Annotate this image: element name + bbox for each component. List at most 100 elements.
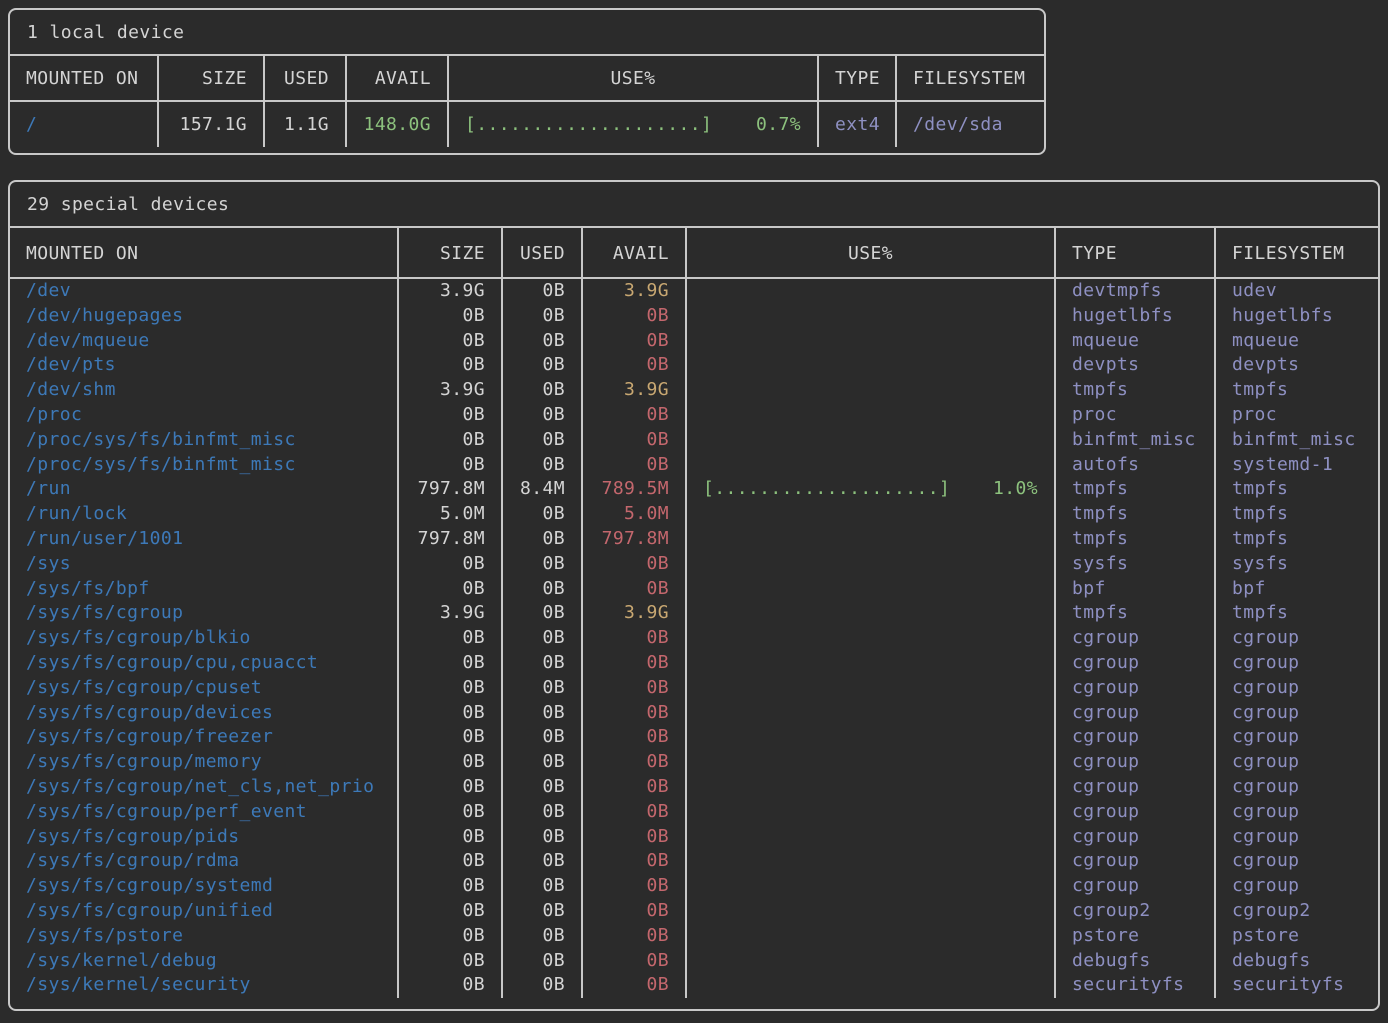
cell-filesystem: tmpfs <box>1214 527 1378 552</box>
cell-avail: 0B <box>581 949 685 974</box>
table-row: /run797.8M8.4M789.5M[...................… <box>10 477 1378 502</box>
cell-filesystem: cgroup <box>1214 775 1378 800</box>
local-devices-table: 1 local device MOUNTED ON SIZE USED AVAI… <box>8 8 1046 155</box>
cell-used: 0B <box>501 329 581 354</box>
table-row: /sys/fs/cgroup/unified0B0B0Bcgroup2cgrou… <box>10 899 1378 924</box>
cell-mounted-on: /sys/fs/pstore <box>10 924 397 949</box>
cell-mounted-on: /sys/fs/cgroup/cpu,cpuacct <box>10 651 397 676</box>
cell-avail: 0B <box>581 750 685 775</box>
cell-use-percent <box>685 800 1054 825</box>
cell-used: 0B <box>501 973 581 998</box>
cell-filesystem: sysfs <box>1214 552 1378 577</box>
cell-filesystem: pstore <box>1214 924 1378 949</box>
table-row: /run/lock5.0M0B5.0Mtmpfstmpfs <box>10 502 1378 527</box>
cell-used: 0B <box>501 701 581 726</box>
table-row: /dev/shm3.9G0B3.9Gtmpfstmpfs <box>10 378 1378 403</box>
cell-use-percent <box>685 626 1054 651</box>
cell-filesystem: securityfs <box>1214 973 1378 998</box>
cell-used: 0B <box>501 453 581 478</box>
cell-size: 3.9G <box>397 378 501 403</box>
table-row: /sys/fs/cgroup/cpuset0B0B0Bcgroupcgroup <box>10 676 1378 701</box>
cell-size: 0B <box>397 775 501 800</box>
cell-filesystem: proc <box>1214 403 1378 428</box>
cell-type: cgroup <box>1054 626 1214 651</box>
table-row: /sys/fs/cgroup/devices0B0B0Bcgroupcgroup <box>10 701 1378 726</box>
special-devices-header-row: MOUNTED ON SIZE USED AVAIL USE% TYPE FIL… <box>10 228 1378 279</box>
cell-avail: 0B <box>581 428 685 453</box>
cell-use-percent <box>685 552 1054 577</box>
column-header-avail: AVAIL <box>581 228 685 277</box>
cell-type: devpts <box>1054 353 1214 378</box>
cell-avail: 0B <box>581 825 685 850</box>
cell-size: 0B <box>397 651 501 676</box>
cell-avail: 0B <box>581 874 685 899</box>
cell-filesystem: binfmt_misc <box>1214 428 1378 453</box>
cell-avail: 0B <box>581 775 685 800</box>
cell-type: binfmt_misc <box>1054 428 1214 453</box>
cell-use-percent <box>685 825 1054 850</box>
cell-mounted-on: /sys/fs/cgroup/pids <box>10 825 397 850</box>
cell-type: cgroup2 <box>1054 899 1214 924</box>
cell-use-percent <box>685 676 1054 701</box>
cell-mounted-on: /dev/mqueue <box>10 329 397 354</box>
cell-use-percent <box>685 701 1054 726</box>
cell-use-percent <box>685 973 1054 998</box>
cell-type: hugetlbfs <box>1054 304 1214 329</box>
cell-type: cgroup <box>1054 651 1214 676</box>
table-row: /run/user/1001797.8M0B797.8Mtmpfstmpfs <box>10 527 1378 552</box>
cell-type: cgroup <box>1054 874 1214 899</box>
cell-type: debugfs <box>1054 949 1214 974</box>
cell-use-percent <box>685 775 1054 800</box>
cell-size: 0B <box>397 353 501 378</box>
cell-mounted-on: /dev/shm <box>10 378 397 403</box>
cell-avail: 0B <box>581 403 685 428</box>
cell-size: 0B <box>397 701 501 726</box>
cell-used: 8.4M <box>501 477 581 502</box>
cell-mounted-on: / <box>10 102 157 147</box>
cell-type: cgroup <box>1054 725 1214 750</box>
special-devices-table-title: 29 special devices <box>10 182 1378 228</box>
cell-type: cgroup <box>1054 750 1214 775</box>
table-row: /sys/fs/cgroup/systemd0B0B0Bcgroupcgroup <box>10 874 1378 899</box>
cell-use-percent <box>685 601 1054 626</box>
cell-avail: 3.9G <box>581 601 685 626</box>
cell-mounted-on: /sys/fs/cgroup/perf_event <box>10 800 397 825</box>
cell-type: tmpfs <box>1054 378 1214 403</box>
cell-avail: 0B <box>581 676 685 701</box>
cell-filesystem: tmpfs <box>1214 378 1378 403</box>
cell-use-percent <box>685 527 1054 552</box>
cell-type: pstore <box>1054 924 1214 949</box>
cell-mounted-on: /sys/fs/cgroup/blkio <box>10 626 397 651</box>
cell-used: 0B <box>501 874 581 899</box>
column-header-type: TYPE <box>817 56 895 100</box>
cell-type: mqueue <box>1054 329 1214 354</box>
column-header-mounted-on: MOUNTED ON <box>10 228 397 277</box>
usage-percent: 1.0% <box>993 477 1038 502</box>
cell-avail: 0B <box>581 577 685 602</box>
cell-avail: 0B <box>581 304 685 329</box>
table-row: /dev3.9G0B3.9Gdevtmpfsudev <box>10 279 1378 304</box>
table-row: /sys/kernel/security0B0B0Bsecurityfssecu… <box>10 973 1378 998</box>
cell-use-percent <box>685 750 1054 775</box>
cell-filesystem: devpts <box>1214 353 1378 378</box>
cell-filesystem: tmpfs <box>1214 502 1378 527</box>
local-devices-rows: /157.1G1.1G148.0G[....................]0… <box>10 102 1044 147</box>
table-row: /sys/kernel/debug0B0B0Bdebugfsdebugfs <box>10 949 1378 974</box>
special-devices-table: 29 special devices MOUNTED ON SIZE USED … <box>8 180 1380 1011</box>
cell-avail: 0B <box>581 453 685 478</box>
cell-mounted-on: /sys/fs/cgroup/freezer <box>10 725 397 750</box>
cell-used: 0B <box>501 651 581 676</box>
cell-type: tmpfs <box>1054 477 1214 502</box>
table-row: /sys/fs/pstore0B0B0Bpstorepstore <box>10 924 1378 949</box>
cell-mounted-on: /run <box>10 477 397 502</box>
cell-use-percent <box>685 899 1054 924</box>
cell-used: 0B <box>501 924 581 949</box>
cell-size: 0B <box>397 725 501 750</box>
cell-use-percent <box>685 453 1054 478</box>
cell-avail: 0B <box>581 701 685 726</box>
table-row: /sys/fs/cgroup/blkio0B0B0Bcgroupcgroup <box>10 626 1378 651</box>
cell-use-percent: [....................]1.0% <box>685 477 1054 502</box>
cell-used: 0B <box>501 949 581 974</box>
cell-use-percent <box>685 849 1054 874</box>
cell-use-percent <box>685 403 1054 428</box>
